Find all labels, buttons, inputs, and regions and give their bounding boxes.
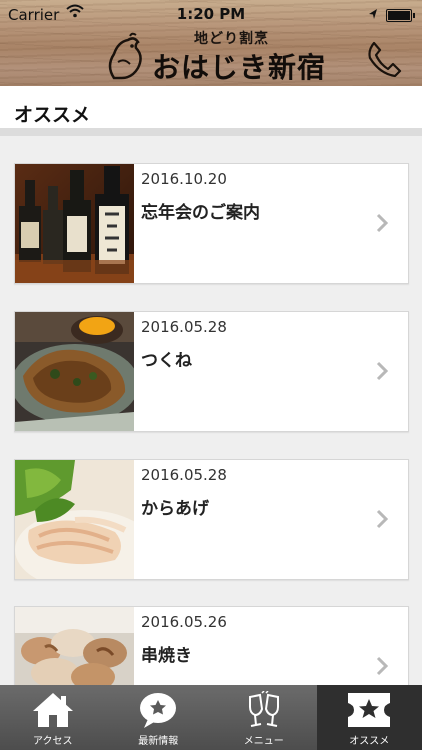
tab-menu[interactable]: メニュー [211, 685, 317, 750]
item-date: 2016.05.28 [141, 318, 227, 336]
item-title: 忘年会のご案内 [141, 203, 260, 223]
chevron-right-icon [376, 509, 389, 533]
bird-logo-icon [104, 32, 150, 86]
star-ticket-icon [346, 691, 392, 733]
tab-recommended[interactable]: オススメ [316, 685, 422, 750]
tab-label: 最新情報 [138, 736, 179, 747]
toast-glasses-icon [244, 690, 284, 733]
tab-label: メニュー [243, 736, 284, 747]
item-title: 串焼き [141, 646, 192, 666]
location-arrow-icon [368, 6, 378, 24]
logo-subtitle: 地どり割烹 [194, 31, 269, 47]
section-divider [0, 128, 422, 136]
phone-call-button[interactable] [366, 40, 402, 78]
section-title: オススメ [14, 104, 91, 126]
section-header: オススメ [0, 86, 422, 128]
home-icon [31, 691, 75, 733]
restaurant-logo: 地どり割烹 おはじき新宿 [104, 28, 327, 86]
battery-icon [386, 9, 415, 22]
phone-icon [368, 41, 402, 78]
status-bar: Carrier 1:20 PM [0, 0, 422, 30]
logo-title: おはじき新宿 [152, 51, 327, 84]
item-date: 2016.10.20 [141, 170, 227, 188]
speech-bubble-icon [138, 691, 178, 733]
item-title: からあげ [141, 499, 209, 519]
chevron-right-icon [376, 361, 389, 385]
tab-label: オススメ [349, 736, 390, 747]
tab-access[interactable]: アクセス [0, 685, 106, 750]
item-title: つくね [141, 351, 192, 371]
chevron-right-icon [376, 213, 389, 237]
sake-bottles-image [15, 164, 134, 283]
chicken-salad-image [15, 460, 134, 579]
list-item[interactable]: 2016.10.20 忘年会のご案内 [14, 163, 409, 284]
tab-news[interactable]: 最新情報 [106, 685, 212, 750]
tab-label: アクセス [33, 736, 73, 747]
tab-bar: アクセス 最新情報 メニュー オススメ [0, 685, 422, 750]
status-time: 1:20 PM [176, 5, 246, 23]
item-date: 2016.05.28 [141, 466, 227, 484]
tsukune-plate-image [15, 312, 134, 431]
list-item[interactable]: 2016.05.28 つくね [14, 311, 409, 432]
app-header: Carrier 1:20 PM 地どり割烹 おはじき新宿 [0, 0, 422, 87]
list-item[interactable]: 2016.05.28 からあげ [14, 459, 409, 580]
chevron-right-icon [376, 656, 389, 680]
item-date: 2016.05.26 [141, 613, 227, 631]
